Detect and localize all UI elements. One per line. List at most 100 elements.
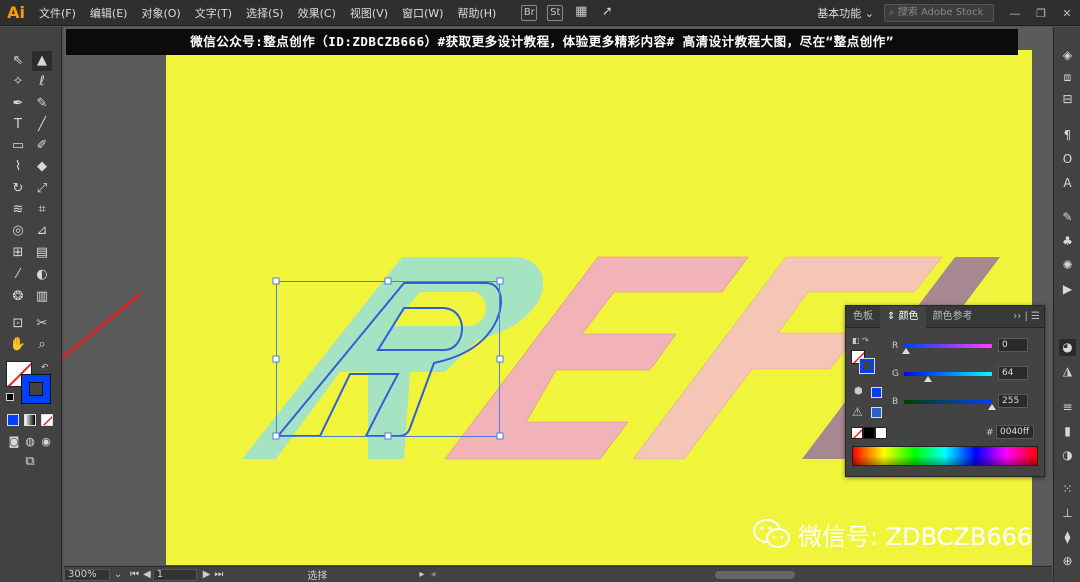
tab-color-label: 颜色 [898, 310, 919, 322]
slice-tool-icon[interactable]: ✂ [32, 314, 52, 334]
gradient-tool-icon[interactable]: ▤ [32, 243, 52, 263]
channel-b-label: B [892, 397, 899, 407]
shape-builder-tool-icon[interactable]: ◎ [8, 221, 28, 241]
curvature-tool-icon[interactable]: ✎ [32, 94, 52, 114]
slider-g[interactable] [904, 372, 992, 376]
zoom-tool-icon[interactable]: ⌕ [32, 335, 52, 355]
tab-color[interactable]: ⇕ 颜色 [880, 305, 926, 328]
zoom-chevron-icon[interactable]: ⌄ [114, 569, 128, 580]
slider-b[interactable] [904, 400, 992, 404]
prev-artboard-icon[interactable]: ◀ [143, 569, 151, 580]
warp-tool-icon[interactable]: ≋ [8, 200, 28, 220]
hex-input[interactable]: 0040ff [996, 425, 1034, 439]
graphic-styles-icon[interactable]: ✺ [1059, 257, 1076, 274]
channel-r-label: R [892, 341, 899, 351]
swap-fill-stroke-icon[interactable]: ↶ [41, 363, 49, 373]
align-icon[interactable]: ⊥ [1059, 505, 1076, 522]
symbol-sprayer-tool-icon[interactable]: ❂ [8, 287, 28, 307]
channel-b-input[interactable]: 255 [998, 394, 1028, 408]
none-mode-button[interactable] [41, 414, 53, 426]
channel-g-input[interactable]: 64 [998, 366, 1028, 380]
color-mode-button[interactable] [7, 414, 19, 426]
gamut-swatch[interactable] [871, 407, 882, 418]
tab-color-guide[interactable]: 颜色参考 [926, 306, 980, 328]
pen-tool-icon[interactable]: ✒ [8, 94, 28, 114]
panel-dock: ◈ ⧈ ⊟ ¶ O A ✎ ♣ ✺ ▶ ◕ ◮ ≡ ▮ ◑ ⁙ ⊥ ⧫ ⊕ [1053, 27, 1080, 582]
artboard-number: 1 [156, 568, 164, 580]
panel-collapse-icon[interactable]: ›› | ☰ [1013, 311, 1044, 322]
color-spectrum[interactable] [852, 446, 1038, 466]
character-icon[interactable]: A [1059, 175, 1076, 192]
web-safe-swatch[interactable] [871, 387, 882, 398]
slider-g-thumb[interactable] [924, 376, 932, 382]
status-menu-icon[interactable]: ▸ [419, 569, 424, 580]
transparency-icon[interactable]: ◑ [1059, 447, 1076, 464]
channel-r-input[interactable]: 0 [998, 338, 1028, 352]
paragraph-icon[interactable]: ¶ [1059, 127, 1076, 144]
white-swatch[interactable] [875, 427, 887, 439]
free-transform-tool-icon[interactable]: ⌗ [32, 200, 52, 220]
stroke-panel-icon[interactable]: ≡ [1059, 399, 1076, 416]
layers-icon[interactable]: ◈ [1059, 47, 1076, 64]
color-panel-tabs: 色板 ⇕ 颜色 颜色参考 ›› | ☰ [846, 305, 1044, 328]
color-panel-icon[interactable]: ◕ [1059, 339, 1076, 356]
tab-swatches[interactable]: 色板 [846, 306, 880, 328]
artboard-tool-icon[interactable]: ⊡ [8, 314, 28, 334]
rectangle-tool-icon[interactable]: ▭ [8, 136, 28, 156]
direct-selection-tool-icon[interactable]: ▲ [32, 51, 52, 71]
scroll-left-icon[interactable]: ◂ [430, 569, 435, 580]
gradient-panel-icon[interactable]: ▮ [1059, 423, 1076, 440]
watermark: 微信号: ZDBCZB666 [752, 514, 1032, 554]
zoom-value: 300% [68, 568, 97, 580]
shaper-tool-icon[interactable]: ⌇ [8, 157, 28, 177]
stroke-swatch[interactable] [21, 374, 51, 404]
asset-export-icon[interactable]: ⊟ [1059, 91, 1076, 108]
brushes-icon[interactable]: ✎ [1059, 209, 1076, 226]
links-icon[interactable]: ⊕ [1059, 553, 1076, 570]
status-bar: 300% ⌄ ⏮ ◀ 1 ▶ ⏭ 选择 ▸ ◂ [64, 566, 1052, 582]
selection-tool-icon[interactable]: ⇖ [8, 51, 28, 71]
cube-icon[interactable]: ⬢ [854, 386, 863, 397]
none-swatch[interactable] [851, 427, 863, 439]
opentype-icon[interactable]: O [1059, 151, 1076, 168]
slider-r[interactable] [904, 344, 992, 348]
eyedropper-tool-icon[interactable]: ⁄ [8, 265, 28, 285]
panel-stroke-swatch[interactable] [859, 358, 875, 374]
watermark-text: 微信号: ZDBCZB666 [798, 522, 1033, 551]
artboard-field[interactable]: 1 [152, 568, 197, 581]
next-artboard-icon[interactable]: ▶ [203, 569, 211, 580]
slider-r-thumb[interactable] [902, 348, 910, 354]
artboards-icon[interactable]: ⧈ [1059, 69, 1076, 86]
pathfinder-icon[interactable]: ⧫ [1059, 529, 1076, 546]
last-artboard-icon[interactable]: ⏭ [214, 569, 223, 580]
paintbrush-tool-icon[interactable]: ✐ [32, 136, 52, 156]
transform-icon[interactable]: ⁙ [1059, 481, 1076, 498]
current-tool-label: 选择 [307, 571, 328, 582]
horizontal-scrollbar[interactable] [715, 570, 796, 579]
default-fill-stroke-icon[interactable]: ◧ ↷ [852, 336, 869, 345]
first-artboard-icon[interactable]: ⏮ [130, 569, 139, 580]
actions-icon[interactable]: ▶ [1059, 281, 1076, 298]
out-of-gamut-icon[interactable]: ⚠ [852, 405, 863, 419]
zoom-field[interactable]: 300% [64, 568, 110, 581]
screen-mode-icon[interactable]: ⧉ [20, 452, 40, 472]
rotate-tool-icon[interactable]: ↻ [8, 179, 28, 199]
hand-tool-icon[interactable]: ✋ [8, 335, 28, 355]
mesh-tool-icon[interactable]: ⊞ [8, 243, 28, 263]
lasso-tool-icon[interactable]: ℓ [32, 72, 52, 92]
eraser-tool-icon[interactable]: ◆ [32, 157, 52, 177]
type-tool-icon[interactable]: T [8, 115, 28, 135]
blend-tool-icon[interactable]: ◐ [32, 265, 52, 285]
perspective-grid-tool-icon[interactable]: ⊿ [32, 221, 52, 241]
scale-tool-icon[interactable]: ⤢ [32, 179, 52, 199]
slider-b-thumb[interactable] [988, 404, 996, 410]
symbols-icon[interactable]: ♣ [1059, 233, 1076, 250]
black-swatch[interactable] [863, 427, 875, 439]
draw-inside-icon[interactable]: ◉ [36, 432, 56, 452]
gradient-mode-button[interactable] [24, 414, 36, 426]
color-guide-icon[interactable]: ◮ [1059, 363, 1076, 380]
column-graph-tool-icon[interactable]: ▥ [32, 287, 52, 307]
default-colors-icon[interactable] [6, 393, 14, 401]
line-tool-icon[interactable]: ╱ [32, 115, 52, 135]
magic-wand-tool-icon[interactable]: ✧ [8, 72, 28, 92]
